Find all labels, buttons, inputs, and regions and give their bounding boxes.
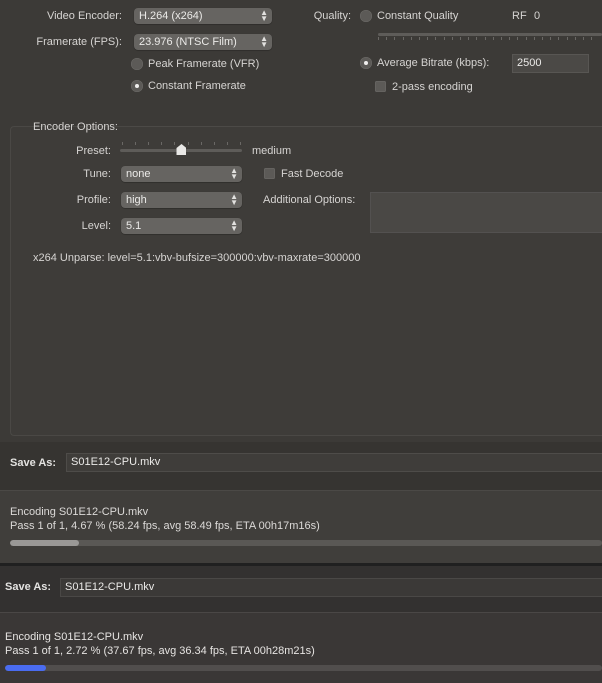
average-bitrate-label: Average Bitrate (kbps): [377, 57, 490, 69]
additional-options-field[interactable] [370, 192, 602, 233]
slider-tick [200, 142, 202, 145]
chevron-down-icon: ▼ [260, 40, 268, 49]
fast-decode-label: Fast Decode [281, 168, 344, 180]
profile-popup[interactable]: high ▲ ▼ [121, 192, 242, 208]
slider-tick [468, 37, 470, 40]
slider-tick [419, 37, 420, 40]
fast-decode-checkbox[interactable] [264, 168, 275, 179]
slider-tick [591, 37, 593, 40]
slider-tick [484, 37, 486, 40]
profile-label: Profile: [76, 194, 111, 206]
encoding-status: Encoding S01E12-CPU.mkv [10, 506, 149, 518]
chevron-down-icon: ▼ [230, 198, 238, 207]
preset-label: Preset: [76, 145, 111, 157]
progress-bar [10, 540, 602, 546]
constant-framerate-radio[interactable] [131, 80, 143, 92]
quality-label: Quality: [313, 10, 351, 22]
level-label: Level: [81, 220, 111, 232]
tune-popup[interactable]: none ▲ ▼ [121, 166, 242, 182]
slider-tick [550, 37, 552, 40]
constant-framerate-label: Constant Framerate [148, 80, 246, 92]
video-encoder-label: Video Encoder: [46, 10, 122, 22]
slider-tick [533, 37, 535, 40]
slider-tick [501, 37, 502, 40]
constant-quality-label: Constant Quality [377, 10, 459, 22]
save-as-field[interactable]: S01E12-CPU.mkv [66, 453, 602, 472]
chevron-down-icon: ▼ [260, 14, 268, 23]
slider-tick [187, 142, 189, 145]
average-bitrate-radio[interactable] [360, 57, 372, 69]
rf-label: RF [512, 10, 527, 22]
peak-framerate-radio[interactable] [131, 58, 143, 70]
encoder-options-divider [130, 126, 602, 127]
slider-tick [410, 37, 412, 40]
slider-tick [386, 37, 388, 40]
slider-tick [378, 37, 379, 40]
save-as-label: Save As: [10, 457, 57, 469]
tune-label: Tune: [83, 168, 111, 180]
slider-tick [443, 37, 445, 40]
chevron-down-icon: ▼ [230, 224, 238, 233]
slider-tick [542, 37, 543, 40]
rf-value: 0 [534, 10, 541, 22]
slider-tick [492, 37, 494, 40]
bitrate-field[interactable]: 2500 [512, 54, 589, 73]
slider-tick [525, 37, 527, 40]
tune-value: none [126, 168, 151, 180]
slider-tick [460, 37, 461, 40]
video-encoder-popup[interactable]: H.264 (x264) ▲ ▼ [134, 8, 272, 24]
framerate-value: 23.976 (NTSC Film) [139, 36, 237, 48]
video-encoder-value: H.264 (x264) [139, 10, 203, 22]
slider-tick [583, 37, 584, 40]
slider-tick [226, 142, 228, 145]
slider-tick [558, 37, 560, 40]
slider-tick [566, 37, 568, 40]
chevron-down-icon: ▼ [230, 172, 238, 181]
preset-value: medium [252, 145, 292, 157]
save-as-field[interactable]: S01E12-CPU.mkv [60, 578, 602, 597]
profile-value: high [126, 194, 147, 206]
preset-slider-thumb[interactable] [176, 144, 186, 155]
framerate-popup[interactable]: 23.976 (NTSC Film) ▲ ▼ [134, 34, 272, 50]
two-pass-checkbox[interactable] [375, 81, 386, 92]
encoder-options-title: Encoder Options: [33, 121, 118, 133]
slider-tick [122, 142, 123, 145]
slider-tick [517, 37, 519, 40]
quality-slider-track [378, 33, 602, 36]
progress-bar [5, 665, 602, 671]
slider-tick [161, 142, 163, 145]
slider-tick [394, 37, 396, 40]
constant-quality-radio[interactable] [360, 10, 372, 22]
level-popup[interactable]: 5.1 ▲ ▼ [121, 218, 242, 234]
two-pass-label: 2-pass encoding [392, 81, 473, 93]
save-as-label: Save As: [5, 581, 52, 593]
quality-slider[interactable] [378, 30, 602, 40]
slider-tick [451, 37, 453, 40]
encoding-status: Encoding S01E12-CPU.mkv [5, 631, 144, 643]
slider-tick [148, 142, 150, 145]
framerate-label: Framerate (FPS): [36, 36, 122, 48]
preset-slider[interactable] [120, 142, 242, 156]
pass-progress-text: Pass 1 of 1, 4.67 % (58.24 fps, avg 58.4… [10, 520, 320, 532]
slider-tick [240, 142, 241, 145]
slider-tick [509, 37, 511, 40]
pass-progress-text: Pass 1 of 1, 2.72 % (37.67 fps, avg 36.3… [5, 645, 315, 657]
slider-tick [402, 37, 404, 40]
progress-bar-fill [5, 665, 46, 671]
slider-tick [574, 37, 576, 40]
slider-tick [135, 142, 137, 145]
slider-tick [476, 37, 478, 40]
slider-tick [427, 37, 429, 40]
slider-tick [435, 37, 437, 40]
progress-bar-fill [10, 540, 79, 546]
slider-tick [213, 142, 215, 145]
additional-options-label: Additional Options: [263, 194, 356, 206]
x264-unparse-text: x264 Unparse: level=5.1:vbv-bufsize=3000… [33, 252, 361, 264]
peak-framerate-label: Peak Framerate (VFR) [148, 58, 260, 70]
level-value: 5.1 [126, 220, 142, 232]
